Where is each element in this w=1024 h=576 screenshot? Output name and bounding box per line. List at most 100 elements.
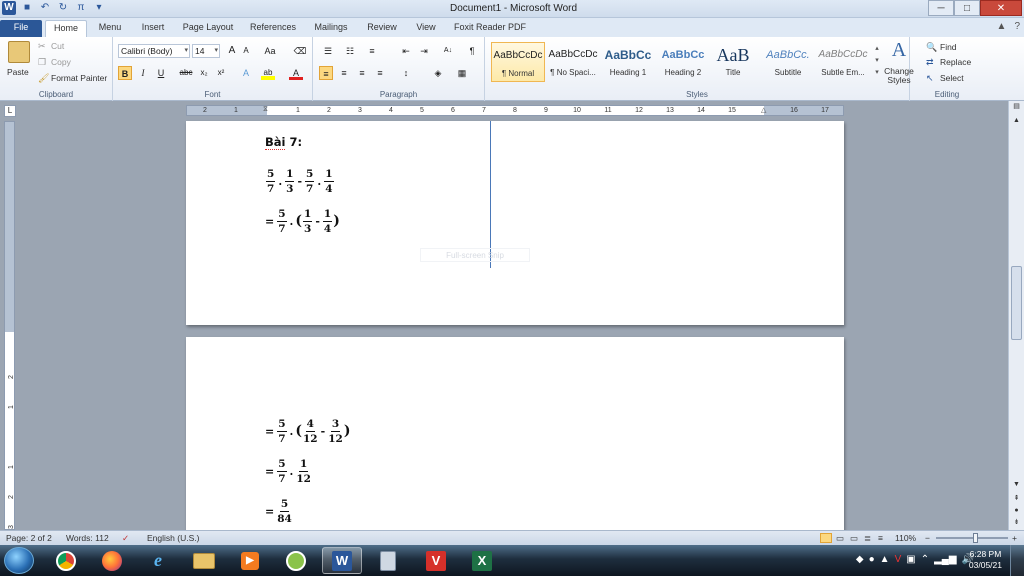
tray-app-icon[interactable]: ● — [869, 554, 875, 565]
scroll-up-arrow-icon[interactable]: ▲ — [1009, 115, 1024, 127]
customize-qat-icon[interactable]: ▾ — [92, 1, 106, 15]
style-heading-1[interactable]: AaBbCc Heading 1 — [601, 42, 655, 82]
tab-page-layout[interactable]: Page Layout — [180, 20, 236, 37]
paste-icon[interactable] — [8, 41, 30, 63]
show-hidden-icons-icon[interactable]: ⌃ — [921, 554, 929, 565]
shading-icon[interactable]: ◈ — [431, 66, 445, 80]
ruler-toggle-icon[interactable]: ▤ — [1009, 101, 1024, 113]
zoom-out-button[interactable]: − — [925, 533, 930, 543]
word-count[interactable]: Words: 112 — [66, 533, 109, 543]
tab-menu[interactable]: Menu — [92, 20, 128, 37]
vertical-ruler[interactable]: 2 1 1 2 3 — [4, 121, 15, 530]
style-heading-2[interactable]: AaBbCc Heading 2 — [656, 42, 710, 82]
styles-scroll-icon[interactable]: ▴ ▾ ▾ — [872, 43, 882, 79]
tray-foxit-icon[interactable]: V — [895, 554, 902, 565]
system-clock[interactable]: 6:28 PM 03/05/21 — [969, 549, 1002, 571]
tab-review[interactable]: Review — [363, 20, 401, 37]
zoom-level[interactable]: 110% — [895, 533, 916, 543]
font-size-combo[interactable]: 14 ▾ — [192, 44, 220, 58]
network-signal-icon[interactable]: ▂▄▆ — [934, 554, 956, 565]
media-icon[interactable]: ▶ — [230, 547, 270, 574]
show-desktop-button[interactable] — [1010, 545, 1024, 576]
calculator-icon[interactable] — [368, 547, 408, 574]
grow-font-button[interactable]: A — [225, 44, 239, 58]
save-icon[interactable]: ■ — [20, 1, 34, 15]
zoom-slider-thumb[interactable] — [972, 533, 978, 543]
ie-icon[interactable]: e — [138, 547, 178, 574]
draft-view-icon[interactable]: ≡ — [878, 533, 883, 543]
maximize-button[interactable]: □ — [954, 0, 980, 16]
indent-marker-icon[interactable]: ⧖ — [263, 106, 268, 114]
multilevel-list-icon[interactable]: ≡ — [365, 44, 379, 58]
redo-icon[interactable]: ↻ — [56, 1, 70, 15]
excel-icon[interactable]: X — [462, 547, 502, 574]
scroll-thumb[interactable] — [1011, 266, 1022, 340]
decrease-indent-icon[interactable]: ⇤ — [399, 44, 413, 58]
clear-formatting-icon[interactable]: ⌫ — [293, 44, 307, 58]
replace-button[interactable]: Replace — [940, 57, 971, 67]
web-layout-view-icon[interactable]: ▭ — [850, 533, 858, 544]
tab-insert[interactable]: Insert — [136, 20, 170, 37]
font-name-combo[interactable]: Calibri (Body) ▾ — [118, 44, 190, 58]
borders-icon[interactable]: ▦ — [455, 66, 469, 80]
style-subtle-emphasis[interactable]: AaBbCcDc Subtle Em... — [816, 42, 870, 82]
print-layout-view-icon[interactable] — [820, 533, 832, 543]
word-logo-icon[interactable]: W — [2, 1, 16, 15]
shrink-font-button[interactable]: A — [239, 44, 253, 58]
change-case-button[interactable]: Aa — [263, 44, 277, 58]
sort-button[interactable]: A↓ — [441, 44, 455, 58]
align-left-icon[interactable]: ≡ — [319, 66, 333, 80]
language[interactable]: English (U.S.) — [147, 533, 199, 543]
tab-references[interactable]: References — [247, 20, 299, 37]
italic-button[interactable]: I — [136, 66, 150, 80]
right-indent-marker-icon[interactable]: △ — [761, 106, 766, 114]
tray-app-icon[interactable]: ◆ — [856, 554, 864, 565]
foxit-icon[interactable]: V — [416, 547, 456, 574]
close-button[interactable]: ✕ — [980, 0, 1022, 16]
align-right-icon[interactable]: ≡ — [355, 66, 369, 80]
tab-view[interactable]: View — [410, 20, 442, 37]
cut-button[interactable]: Cut — [51, 41, 64, 51]
increase-indent-icon[interactable]: ⇥ — [417, 44, 431, 58]
chrome-icon[interactable] — [46, 547, 86, 574]
style-title[interactable]: AaB Title — [706, 42, 760, 82]
font-color-button[interactable]: A — [289, 66, 303, 80]
word-icon[interactable]: W — [322, 547, 362, 574]
style-normal[interactable]: AaBbCcDc ¶ Normal — [491, 42, 545, 82]
outline-view-icon[interactable]: ≣ — [864, 533, 871, 544]
tab-mailings[interactable]: Mailings — [310, 20, 352, 37]
next-page-icon[interactable]: ⇟ — [1009, 517, 1024, 529]
show-hide-pilcrow-button[interactable]: ¶ — [465, 44, 479, 58]
zoom-in-button[interactable]: + — [1012, 533, 1017, 543]
numbering-icon[interactable]: ☷ — [343, 44, 357, 58]
browse-object-icon[interactable]: ● — [1009, 505, 1024, 517]
paste-button[interactable]: Paste — [7, 67, 29, 77]
proofing-icon[interactable]: ✓ — [122, 533, 129, 544]
superscript-button[interactable]: x² — [214, 66, 228, 80]
vertical-scrollbar[interactable]: ▤ ▲ ▼ ⇞ ● ⇟ — [1008, 101, 1024, 530]
strikethrough-button[interactable]: abc — [179, 66, 193, 80]
scroll-down-arrow-icon[interactable]: ▼ — [1009, 479, 1024, 491]
format-painter-button[interactable]: Format Painter — [51, 73, 107, 83]
style-subtitle[interactable]: AaBbCc. Subtitle — [761, 42, 815, 82]
bullets-icon[interactable]: ☰ — [321, 44, 335, 58]
firefox-icon[interactable] — [92, 547, 132, 574]
find-button[interactable]: Find — [940, 42, 957, 52]
line-spacing-icon[interactable]: ↕ — [399, 66, 413, 80]
align-center-icon[interactable]: ≡ — [337, 66, 351, 80]
subscript-button[interactable]: x₂ — [197, 66, 211, 80]
tab-selector-button[interactable]: L — [4, 105, 16, 117]
underline-button[interactable]: U — [154, 66, 168, 80]
explorer-icon[interactable] — [184, 547, 224, 574]
help-icon[interactable]: ? — [1014, 21, 1020, 32]
bold-button[interactable]: B — [118, 66, 132, 80]
highlight-button[interactable]: ab — [261, 66, 275, 80]
tab-home[interactable]: Home — [45, 20, 87, 37]
previous-page-icon[interactable]: ⇞ — [1009, 493, 1024, 505]
pi-equation-icon[interactable]: π — [74, 1, 88, 15]
select-button[interactable]: Select — [940, 73, 964, 83]
justify-icon[interactable]: ≡ — [373, 66, 387, 80]
horizontal-ruler[interactable]: 2 1 ⧖ 1 2 3 4 5 6 7 8 9 10 11 12 13 14 1… — [186, 105, 844, 116]
tray-app-icon[interactable]: ▲ — [880, 554, 890, 565]
minimize-button[interactable]: ─ — [928, 0, 954, 16]
